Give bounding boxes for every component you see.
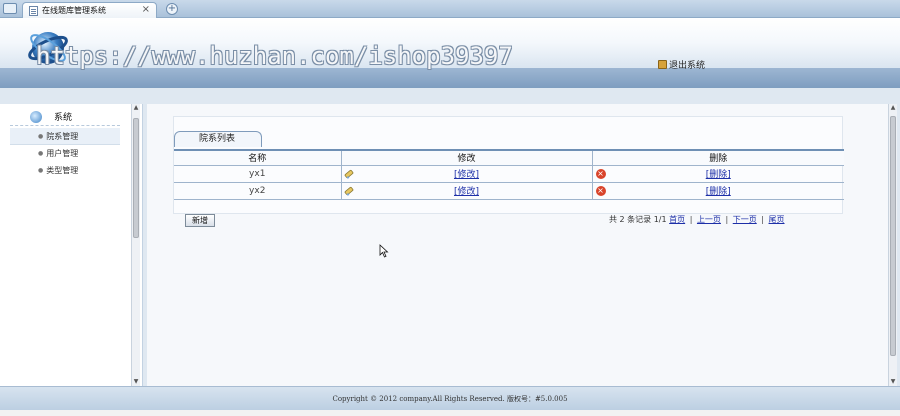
delete-link[interactable]: [删除] (706, 170, 731, 180)
cell-name: yx2 (174, 182, 342, 200)
delete-icon: × (595, 168, 606, 179)
pager-next-link[interactable]: 下一页 (733, 215, 757, 224)
cell-delete: × [删除] (592, 165, 844, 183)
footer: Copyright © 2012 company.All Rights Rese… (0, 386, 900, 410)
pager-prev-link[interactable]: 上一页 (697, 215, 721, 224)
cell-name: yx1 (174, 165, 342, 183)
pager-last-link[interactable]: 尾页 (769, 215, 785, 224)
header-band (0, 68, 900, 88)
watermark-text: https://www.huzhan.com/ishop39397 (36, 42, 513, 70)
table-row: yx2 [修改] × [删除] (174, 182, 844, 200)
pagination: 共 2 条记录 1/1 首页 | 上一页 | 下一页 | 尾页 (609, 214, 785, 225)
panel-tab-department-list[interactable]: 院系列表 (174, 131, 262, 147)
department-panel: 院系列表 名称 修改 删除 yx1 [修改] × [删除] yx2 [修改] ×… (173, 116, 844, 214)
system-icon (30, 110, 42, 123)
cell-edit: [修改] (341, 182, 593, 200)
main-content: 院系列表 名称 修改 删除 yx1 [修改] × [删除] yx2 [修改] ×… (147, 104, 888, 386)
add-button[interactable]: 新增 (185, 214, 215, 227)
edit-link[interactable]: [修改] (454, 170, 479, 180)
browser-tab-strip: 在线题库管理系统 × + (0, 0, 900, 18)
sidebar-item-users[interactable]: ● 用户管理 (10, 145, 120, 162)
sidebar-section-header[interactable]: 系统 (10, 108, 120, 126)
sidebar-item-label: 用户管理 (46, 149, 79, 158)
sidebar-scroll-thumb[interactable] (133, 118, 139, 238)
department-table: 名称 修改 删除 yx1 [修改] × [删除] yx2 [修改] × [删除] (174, 149, 844, 200)
bullet-icon: ● (38, 167, 44, 174)
sidebar-item-label: 院系管理 (46, 131, 79, 141)
exit-icon (658, 60, 667, 69)
cell-edit: [修改] (341, 165, 593, 183)
bullet-icon: ● (38, 132, 44, 140)
cell-delete: × [删除] (592, 182, 844, 200)
sidebar-item-department[interactable]: ● 院系管理 (10, 128, 120, 145)
close-tab-icon[interactable]: × (142, 4, 150, 15)
edit-link[interactable]: [修改] (454, 187, 479, 197)
scroll-up-icon[interactable]: ▲ (889, 104, 897, 112)
left-sidebar: 系统 ● 院系管理 ● 用户管理 ● 类型管理 (0, 104, 143, 386)
browser-tab[interactable]: 在线题库管理系统 × (22, 2, 157, 18)
pager-separator: | (725, 215, 729, 224)
scroll-down-icon[interactable]: ▼ (132, 378, 140, 386)
sidebar-menu: ● 院系管理 ● 用户管理 ● 类型管理 (10, 128, 120, 179)
logout-button[interactable]: 退出系统 (658, 58, 705, 71)
browser-tab-title: 在线题库管理系统 (42, 6, 106, 15)
pencil-icon (344, 186, 353, 196)
column-header-delete: 删除 (592, 150, 844, 166)
delete-link[interactable]: [删除] (706, 187, 731, 197)
pager-first-link[interactable]: 首页 (669, 215, 685, 224)
table-header-row: 名称 修改 删除 (174, 150, 844, 166)
sidebar-item-types[interactable]: ● 类型管理 (10, 162, 120, 179)
pager-separator: | (689, 215, 693, 224)
pager-summary: 共 2 条记录 1/1 (609, 215, 667, 224)
sidebar-item-label: 类型管理 (46, 166, 79, 175)
bottom-strip (0, 410, 900, 416)
mouse-pointer-icon (379, 244, 389, 258)
content-scrollbar[interactable]: ▲ ▼ (888, 104, 897, 386)
new-tab-icon[interactable]: + (166, 3, 178, 15)
column-header-edit: 修改 (341, 150, 593, 166)
bullet-icon: ● (38, 150, 44, 157)
logout-label: 退出系统 (669, 61, 706, 71)
page-icon (29, 5, 38, 16)
app-header: https://www.huzhan.com/ishop39397 退出系统 (0, 18, 900, 88)
content-scroll-thumb[interactable] (890, 116, 896, 356)
table-row: yx1 [修改] × [删除] (174, 165, 844, 183)
scroll-down-icon[interactable]: ▼ (889, 378, 897, 386)
sidebar-scrollbar[interactable]: ▲ ▼ (131, 104, 140, 386)
pencil-icon (344, 169, 353, 179)
delete-icon: × (595, 185, 606, 196)
copyright-text: Copyright © 2012 company.All Rights Rese… (332, 395, 568, 403)
window-menu-icon[interactable] (3, 3, 17, 14)
column-header-name: 名称 (174, 150, 342, 166)
sidebar-section-label: 系统 (54, 113, 73, 123)
pager-separator: | (761, 215, 764, 224)
scroll-up-icon[interactable]: ▲ (132, 104, 140, 112)
